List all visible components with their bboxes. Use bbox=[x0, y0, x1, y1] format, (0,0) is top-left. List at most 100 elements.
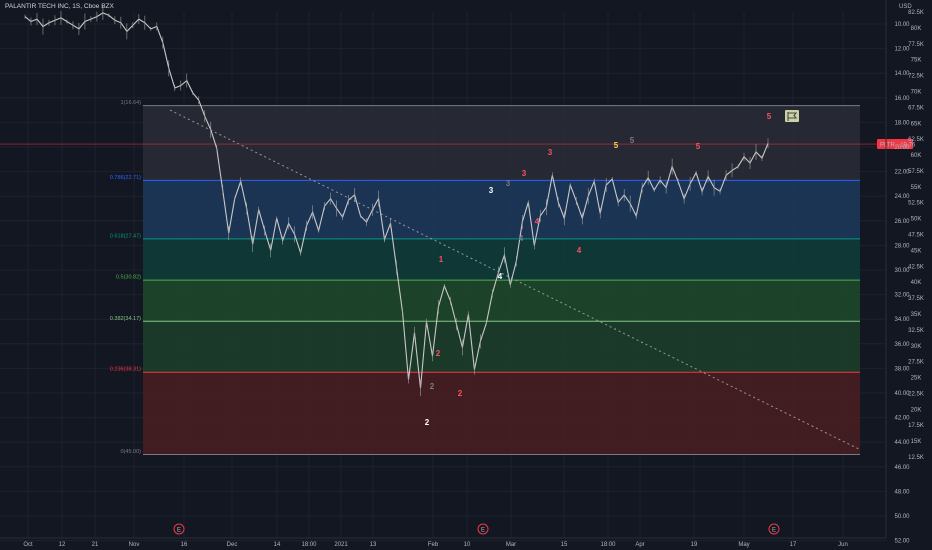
fib-label-2: 0.618(27.47) bbox=[110, 233, 141, 239]
x-tick-8: 2021 bbox=[334, 542, 348, 548]
wave-label-14: 5 bbox=[630, 136, 635, 145]
earnings-label: E bbox=[772, 528, 776, 534]
y-inner-tick-5: 20.00 bbox=[894, 145, 910, 151]
y-inner-tick-0: 10.00 bbox=[894, 22, 910, 28]
x-tick-0: Oct bbox=[23, 542, 33, 548]
x-tick-7: 18:00 bbox=[301, 542, 317, 548]
x-tick-17: May bbox=[738, 542, 749, 548]
fib-zone-5 bbox=[143, 372, 860, 455]
earnings-marker-0: E bbox=[173, 523, 185, 535]
fib-label-0: 1(16.64) bbox=[121, 100, 142, 106]
y-outer-tick-16: 42.5K bbox=[908, 264, 924, 270]
y-inner-tick-18: 46.00 bbox=[894, 465, 910, 471]
y-outer-tick-11: 55K bbox=[911, 185, 922, 191]
y-outer-tick-4: 72.5K bbox=[908, 74, 924, 80]
wave-label-8: 3 bbox=[548, 148, 553, 157]
fib-label-4: 0.382(34.17) bbox=[110, 316, 141, 322]
earnings-label: E bbox=[177, 528, 181, 534]
y-inner-tick-21: 52.00 bbox=[894, 539, 910, 545]
y-outer-tick-23: 25K bbox=[911, 376, 922, 382]
y-inner-tick-15: 40.00 bbox=[894, 391, 910, 397]
x-tick-2: 21 bbox=[92, 542, 99, 548]
fib-zone-0 bbox=[143, 105, 860, 181]
y-outer-tick-14: 47.5K bbox=[908, 233, 924, 239]
fib-zone-3 bbox=[143, 280, 860, 322]
y-inner-tick-3: 16.00 bbox=[894, 96, 910, 102]
y-outer-tick-28: 12.5K bbox=[908, 455, 924, 461]
y-inner-tick-20: 50.00 bbox=[894, 514, 910, 520]
y-inner-tick-2: 14.00 bbox=[894, 71, 910, 77]
y-inner-tick-17: 44.00 bbox=[894, 440, 910, 446]
wave-label-10: 4 bbox=[519, 234, 524, 243]
wave-label-5: 3 bbox=[489, 186, 494, 195]
earnings-label: E bbox=[481, 528, 485, 534]
wave-label-13: 5 bbox=[614, 141, 619, 150]
y-outer-tick-20: 32.5K bbox=[908, 328, 924, 334]
wave-label-15: 5 bbox=[696, 142, 701, 151]
x-tick-11: 10 bbox=[464, 542, 471, 548]
y-inner-tick-1: 12.00 bbox=[894, 47, 910, 53]
x-tick-5: Dec bbox=[227, 542, 238, 548]
fib-label-1: 0.786(22.71) bbox=[110, 175, 141, 181]
y-outer-tick-21: 30K bbox=[911, 344, 922, 350]
y-outer-tick-0: 82.5K bbox=[908, 10, 924, 16]
y-outer-tick-17: 40K bbox=[911, 280, 922, 286]
flag-icon bbox=[785, 110, 799, 122]
y-outer-tick-3: 75K bbox=[911, 58, 922, 64]
y-inner-tick-10: 30.00 bbox=[894, 268, 910, 274]
x-tick-19: Jun bbox=[838, 542, 848, 548]
wave-label-3: 2 bbox=[430, 382, 435, 391]
x-tick-10: Feb bbox=[428, 542, 439, 548]
price-chart[interactable]: 1(16.64) 0.786(22.71) 0.618(27.47) 0.5(30.8… bbox=[0, 0, 932, 550]
wave-label-9: 4 bbox=[498, 272, 503, 281]
y-outer-tick-13: 50K bbox=[911, 217, 922, 223]
wave-label-2: 2 bbox=[458, 389, 463, 398]
y-inner-tick-19: 48.00 bbox=[894, 489, 910, 495]
y-inner-tick-16: 42.00 bbox=[894, 416, 910, 422]
y-outer-tick-15: 45K bbox=[911, 248, 922, 254]
y-outer-tick-5: 70K bbox=[911, 89, 922, 95]
earnings-marker-2: E bbox=[768, 523, 780, 535]
y-inner-tick-7: 24.00 bbox=[894, 194, 910, 200]
wave-label-6: 3 bbox=[506, 179, 511, 188]
y-outer-tick-27: 15K bbox=[911, 439, 922, 445]
x-tick-18: 17 bbox=[790, 542, 797, 548]
y-inner-tick-14: 38.00 bbox=[894, 366, 910, 372]
fib-label-3: 0.5(30.82) bbox=[116, 275, 141, 281]
x-tick-12: Mar bbox=[506, 542, 516, 548]
y-outer-tick-10: 57.5K bbox=[908, 169, 924, 175]
x-tick-16: 19 bbox=[691, 542, 698, 548]
y-inner-tick-4: 18.00 bbox=[894, 120, 910, 126]
y-inner-tick-11: 32.00 bbox=[894, 293, 910, 299]
y-inner-tick-9: 28.00 bbox=[894, 243, 910, 249]
flag-icon-bg bbox=[785, 110, 799, 122]
x-tick-14: 18:00 bbox=[600, 542, 616, 548]
y-outer-tick-8: 62.5K bbox=[908, 137, 924, 143]
y-inner-tick-6: 22.00 bbox=[894, 170, 910, 176]
wave-label-4: 2 bbox=[425, 418, 430, 427]
x-tick-4: 16 bbox=[181, 542, 188, 548]
x-tick-6: 14 bbox=[274, 542, 281, 548]
wave-label-7: 3 bbox=[522, 169, 527, 178]
y-outer-tick-12: 52.5K bbox=[908, 201, 924, 207]
y-outer-tick-24: 22.5K bbox=[908, 391, 924, 397]
wave-label-11: 4 bbox=[535, 217, 540, 226]
wave-label-0: 1 bbox=[439, 255, 444, 264]
y-outer-tick-6: 67.5K bbox=[908, 105, 924, 111]
y-inner-tick-12: 34.00 bbox=[894, 317, 910, 323]
wave-label-1: 2 bbox=[436, 349, 441, 358]
fib-zone-4 bbox=[143, 321, 860, 373]
y-outer-tick-2: 77.5K bbox=[908, 42, 924, 48]
y-inner-tick-13: 36.00 bbox=[894, 342, 910, 348]
y-outer-tick-9: 60K bbox=[911, 153, 922, 159]
x-tick-1: 12 bbox=[59, 542, 66, 548]
wave-label-16: 5 bbox=[767, 112, 772, 121]
x-tick-13: 15 bbox=[561, 542, 568, 548]
y-outer-tick-25: 20K bbox=[911, 407, 922, 413]
y-outer-tick-7: 65K bbox=[911, 121, 922, 127]
x-tick-9: 13 bbox=[370, 542, 377, 548]
earnings-marker-1: E bbox=[477, 523, 489, 535]
wave-label-12: 4 bbox=[577, 246, 582, 255]
y-outer-tick-18: 37.5K bbox=[908, 296, 924, 302]
y-inner-tick-8: 26.00 bbox=[894, 219, 910, 225]
